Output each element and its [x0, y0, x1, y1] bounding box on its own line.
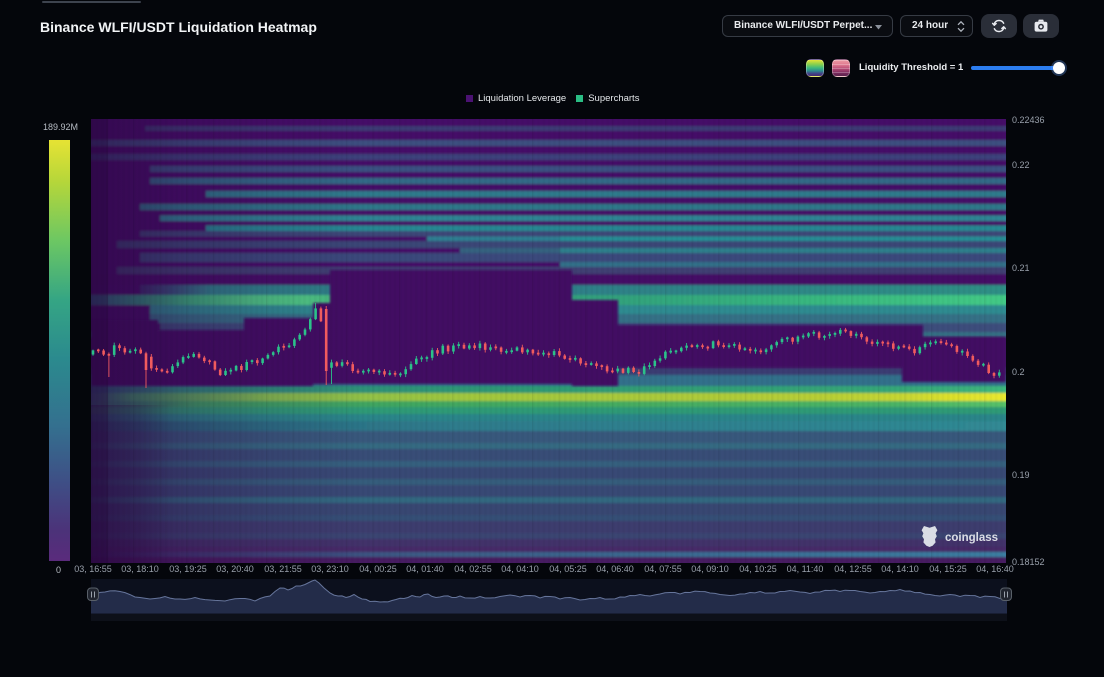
svg-text:coinglass: coinglass — [945, 532, 998, 544]
